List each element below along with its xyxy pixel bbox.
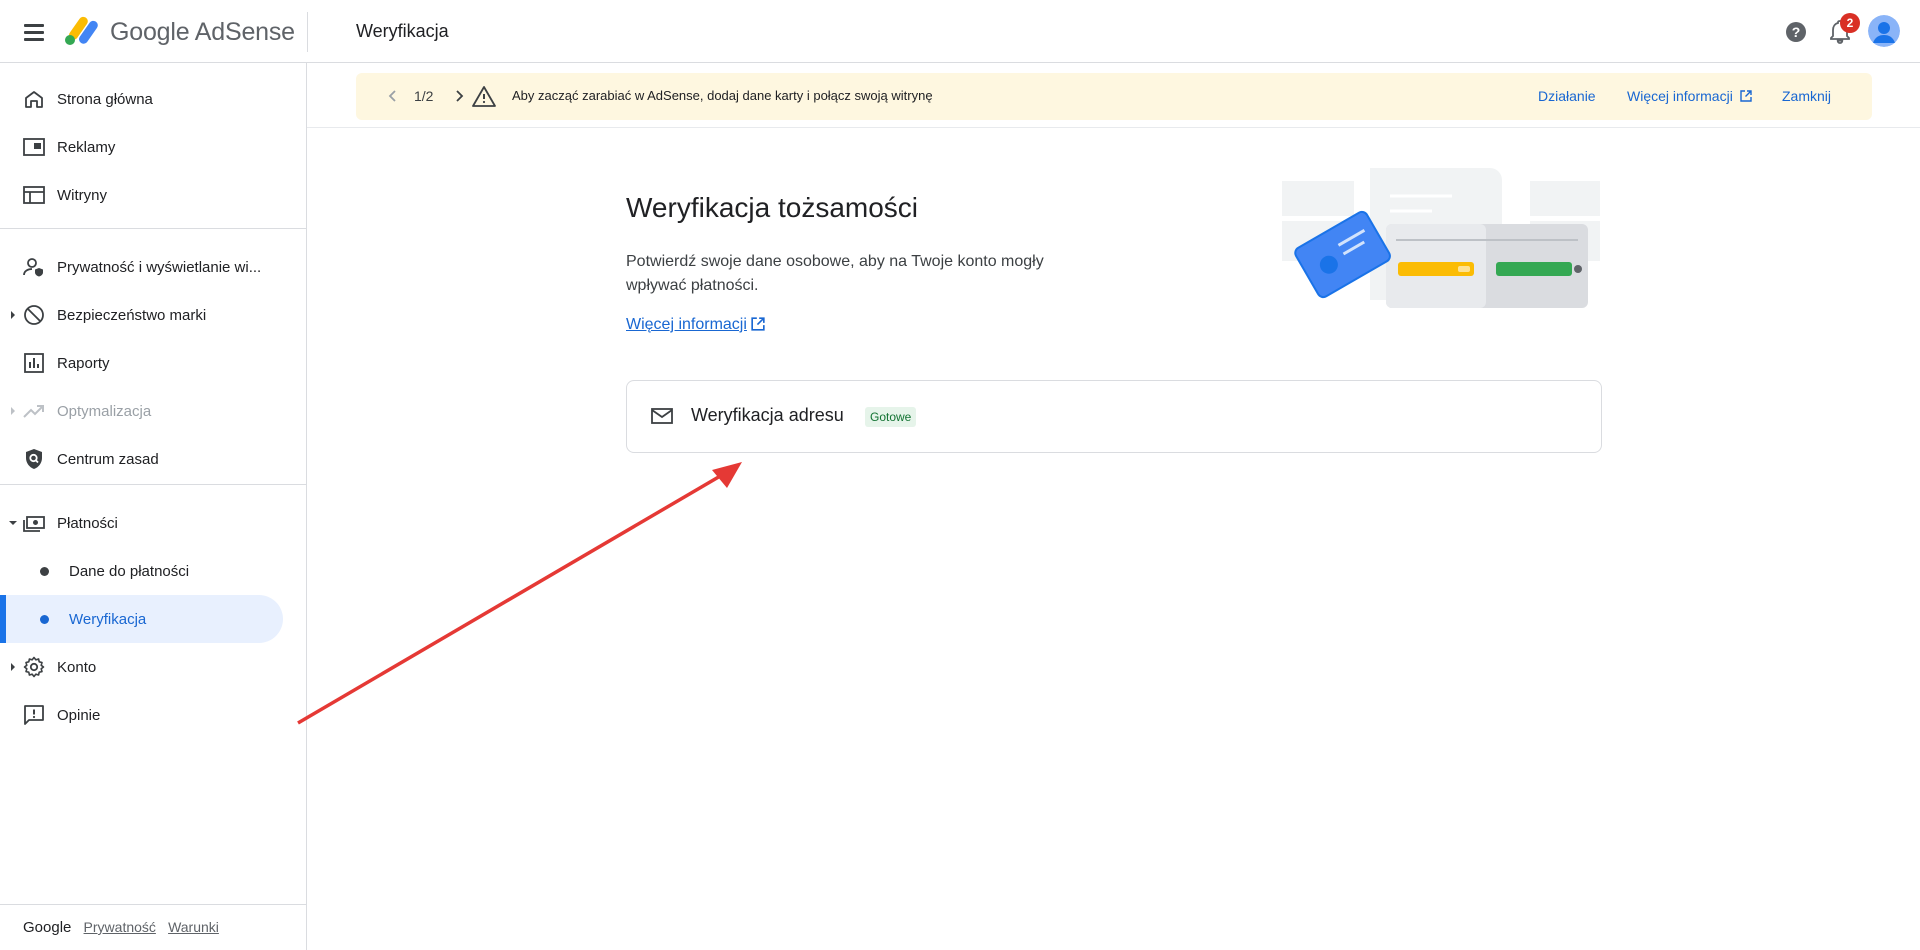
external-link-icon bbox=[751, 317, 765, 331]
terms-link[interactable]: Warunki bbox=[168, 919, 219, 935]
sidebar-item-verification[interactable]: Weryfikacja bbox=[0, 595, 283, 643]
banner-area: 1/2 Aby zacząć zarabiać w AdSense, dodaj… bbox=[307, 63, 1920, 128]
banner-more-info-link[interactable]: Więcej informacji bbox=[1627, 88, 1752, 104]
sidebar-item-ads[interactable]: Reklamy bbox=[0, 123, 283, 171]
bullet-icon bbox=[40, 615, 49, 624]
privacy-link[interactable]: Prywatność bbox=[84, 919, 156, 935]
chevron-left-icon[interactable] bbox=[384, 87, 402, 105]
page-title: Weryfikacja bbox=[356, 21, 449, 41]
banner-message: Aby zacząć zarabiać w AdSense, dodaj dan… bbox=[512, 88, 933, 103]
svg-text:?: ? bbox=[1792, 24, 1801, 40]
sidebar-item-account[interactable]: Konto bbox=[0, 643, 283, 691]
sidebar-divider bbox=[0, 904, 306, 905]
home-icon bbox=[25, 91, 43, 108]
sidebar-item-optimization[interactable]: Optymalizacja bbox=[0, 387, 283, 435]
caret-right-icon bbox=[11, 311, 15, 319]
bullet-icon bbox=[40, 567, 49, 576]
feedback-icon bbox=[24, 705, 44, 725]
banner-counter: 1/2 bbox=[414, 88, 434, 104]
sidebar-item-payment-info[interactable]: Dane do płatności bbox=[0, 547, 283, 595]
footer-brand: Google bbox=[23, 919, 72, 936]
sidebar-item-label: Weryfikacja bbox=[69, 610, 147, 628]
header-divider bbox=[307, 12, 308, 52]
trending-icon bbox=[23, 405, 44, 418]
mail-icon bbox=[651, 408, 673, 424]
sidebar-item-label: Witryny bbox=[57, 186, 107, 204]
banner-more-info-label: Więcej informacji bbox=[1627, 88, 1733, 104]
gear-icon bbox=[23, 656, 45, 678]
sidebar-item-feedback[interactable]: Opinie bbox=[0, 691, 283, 739]
status-badge: Gotowe bbox=[865, 407, 917, 427]
caret-down-icon bbox=[9, 521, 17, 525]
warning-icon bbox=[472, 86, 496, 107]
help-icon[interactable]: ? bbox=[1784, 20, 1808, 44]
reports-icon bbox=[24, 353, 44, 373]
avatar[interactable] bbox=[1868, 15, 1900, 47]
banner-close-link[interactable]: Zamknij bbox=[1782, 88, 1831, 104]
card-title: Weryfikacja adresu bbox=[691, 405, 844, 425]
sidebar-footer: Google Prywatność Warunki bbox=[23, 919, 219, 936]
address-verification-card[interactable]: Weryfikacja adresu Gotowe bbox=[626, 380, 1602, 453]
sidebar-item-reports[interactable]: Raporty bbox=[0, 339, 283, 387]
sidebar-item-label: Dane do płatności bbox=[69, 562, 190, 580]
section-title: Weryfikacja tożsamości bbox=[626, 192, 919, 223]
sidebar-item-policy-center[interactable]: Centrum zasad bbox=[0, 435, 283, 483]
banner-action-link[interactable]: Działanie bbox=[1538, 88, 1596, 104]
more-info-link[interactable]: Więcej informacji bbox=[626, 316, 765, 334]
external-link-icon bbox=[1740, 90, 1752, 102]
sidebar-item-home[interactable]: Strona główna bbox=[0, 75, 283, 123]
active-indicator bbox=[0, 595, 6, 643]
section-description: Potwierdź swoje dane osobowe, aby na Two… bbox=[626, 253, 1044, 294]
more-info-label: Więcej informacji bbox=[626, 316, 747, 333]
sidebar-divider bbox=[0, 484, 306, 485]
chevron-right-icon[interactable] bbox=[450, 87, 468, 105]
sidebar-item-label: Konto bbox=[57, 658, 97, 676]
block-icon bbox=[24, 305, 44, 325]
sidebar-item-label: Raporty bbox=[57, 354, 110, 372]
sidebar-divider bbox=[0, 228, 306, 229]
sidebar-item-label: Płatności bbox=[57, 514, 118, 532]
sidebar-item-brand-safety[interactable]: Bezpieczeństwo marki bbox=[0, 291, 283, 339]
sidebar-item-label: Prywatność i wyświetlanie wi... bbox=[57, 258, 262, 276]
notice-banner: 1/2 Aby zacząć zarabiać w AdSense, dodaj… bbox=[356, 73, 1872, 120]
caret-right-icon bbox=[11, 663, 15, 671]
sites-icon bbox=[23, 186, 45, 204]
sidebar-item-privacy[interactable]: Prywatność i wyświetlanie wi... bbox=[0, 243, 283, 291]
sidebar-item-label: Centrum zasad bbox=[57, 450, 159, 468]
ads-icon bbox=[23, 138, 45, 156]
sidebar: Strona główna Reklamy Witryny Prywatność… bbox=[0, 63, 307, 950]
menu-icon[interactable] bbox=[22, 21, 46, 43]
privacy-icon bbox=[23, 258, 43, 277]
adsense-logo[interactable] bbox=[64, 16, 98, 46]
payments-icon bbox=[23, 516, 45, 532]
caret-right-icon bbox=[11, 407, 15, 415]
sidebar-item-label: Opinie bbox=[57, 706, 101, 724]
sidebar-item-payments[interactable]: Płatności bbox=[0, 499, 283, 547]
sidebar-item-label: Strona główna bbox=[57, 90, 153, 108]
notification-badge: 2 bbox=[1840, 13, 1860, 33]
sidebar-item-label: Optymalizacja bbox=[57, 402, 152, 420]
sidebar-item-label: Reklamy bbox=[57, 138, 116, 156]
sidebar-item-label: Bezpieczeństwo marki bbox=[57, 306, 207, 324]
brand-name: Google AdSense bbox=[110, 18, 295, 46]
top-bar: Google AdSense Weryfikacja ? 2 bbox=[0, 0, 1920, 63]
sidebar-item-sites[interactable]: Witryny bbox=[0, 171, 283, 219]
identity-verification-illustration bbox=[1282, 168, 1600, 308]
policy-icon bbox=[26, 449, 42, 469]
